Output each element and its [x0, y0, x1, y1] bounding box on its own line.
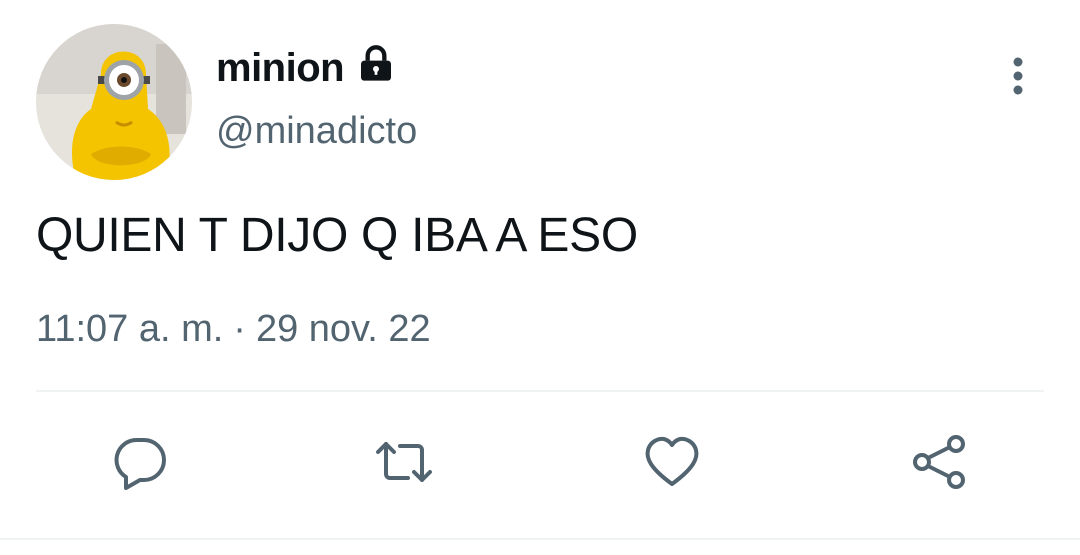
- bottom-divider: [0, 538, 1080, 540]
- divider: [36, 390, 1044, 392]
- tweet-metadata: 11:07 a. m. · 29 nov. 22: [36, 308, 431, 351]
- author-name-row: minion: [216, 40, 396, 96]
- retweet-icon: [376, 442, 432, 482]
- display-name[interactable]: minion: [216, 46, 345, 91]
- share-icon: [913, 435, 965, 489]
- heart-icon: [645, 436, 699, 486]
- tweet-text: QUIEN T DIJO Q IBA A ESO: [36, 209, 638, 262]
- reply-button[interactable]: [108, 430, 172, 494]
- more-vertical-icon[interactable]: [996, 52, 1040, 100]
- user-handle[interactable]: @minadicto: [216, 110, 417, 153]
- lock-icon: [356, 44, 396, 89]
- tweet-date[interactable]: 29 nov. 22: [256, 308, 431, 351]
- reply-icon: [114, 438, 166, 490]
- minion-avatar-image: [36, 24, 192, 180]
- meta-separator: ·: [233, 308, 246, 350]
- avatar[interactable]: [36, 24, 192, 180]
- tweet-time[interactable]: 11:07 a. m.: [36, 308, 223, 351]
- share-button[interactable]: [908, 430, 972, 494]
- like-button[interactable]: [640, 430, 704, 494]
- retweet-button[interactable]: [372, 430, 436, 494]
